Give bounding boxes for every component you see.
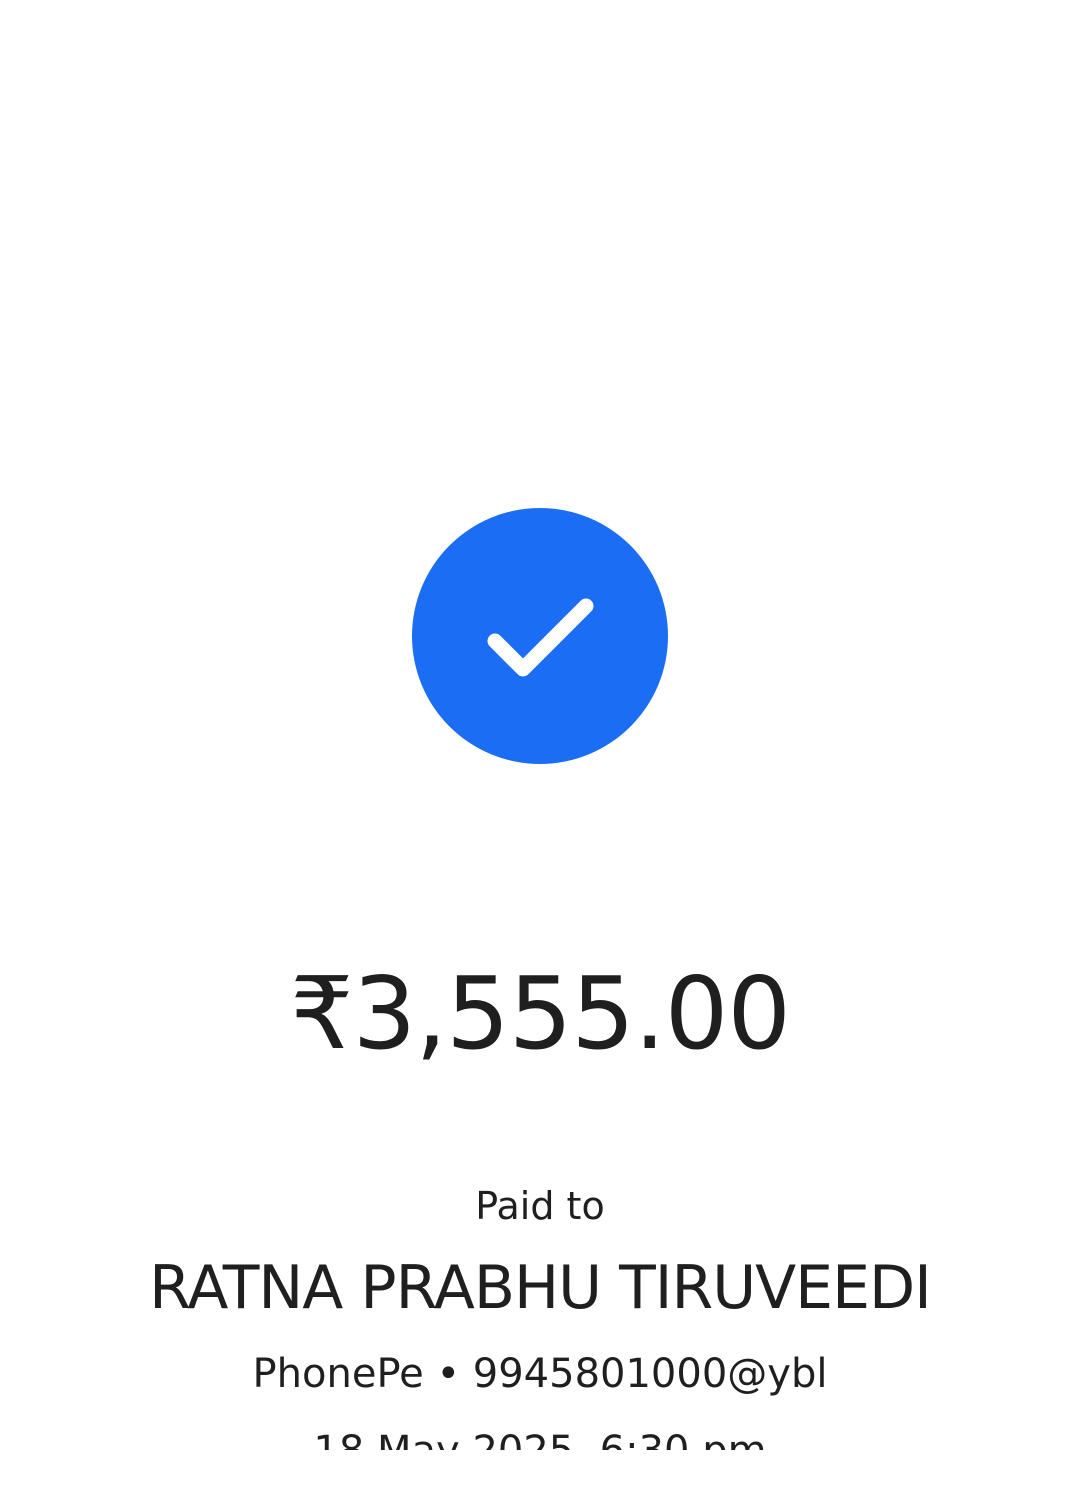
payee-upi-handle: PhonePe • 9945801000@ybl [252, 1351, 828, 1397]
paid-to-label: Paid to [475, 1184, 605, 1228]
payee-name: RATNA PRABHU TIRUVEEDI [149, 1253, 932, 1323]
check-icon [487, 598, 594, 677]
datetime-container: 18 May 2025, 6:30 pm [0, 1420, 1080, 1450]
success-status-circle [412, 508, 668, 764]
payment-datetime: 18 May 2025, 6:30 pm [0, 1424, 1080, 1450]
payment-amount: ₹3,555.00 [290, 955, 791, 1072]
